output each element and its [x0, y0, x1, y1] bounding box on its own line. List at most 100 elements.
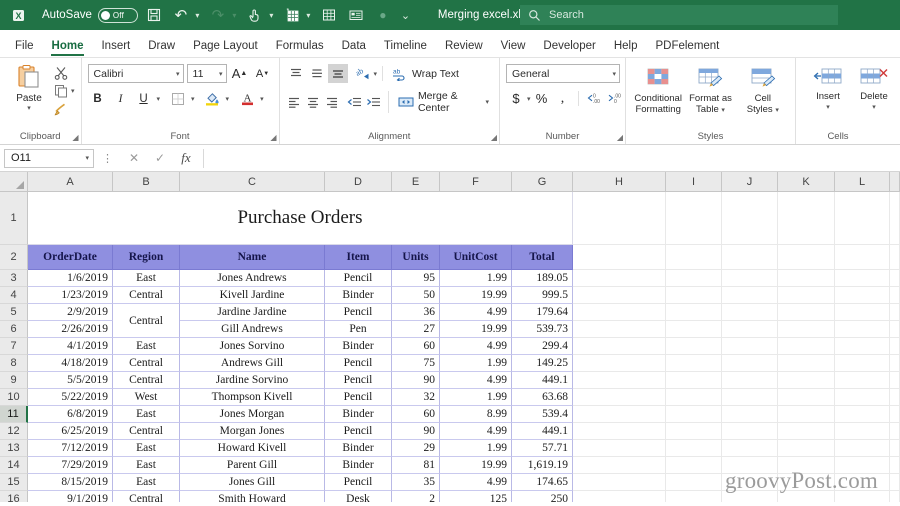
column-header-K[interactable]: K [778, 172, 835, 192]
tab-pdfelement[interactable]: PDFelement [646, 37, 728, 57]
undo-icon[interactable]: ↶ [170, 4, 192, 26]
tab-timeline[interactable]: Timeline [375, 37, 436, 57]
cell-I12[interactable] [666, 423, 722, 440]
tab-home[interactable]: Home [43, 37, 93, 57]
row-header-13[interactable]: 13 [0, 440, 28, 457]
insert-cells-button[interactable]: Insert ▾ [808, 65, 848, 113]
merged-title-cell[interactable]: Purchase Orders [28, 192, 573, 245]
autosave-toggle[interactable]: Off [97, 7, 138, 23]
cell-UnitCost-13[interactable]: 1.99 [440, 440, 512, 457]
tab-developer[interactable]: Developer [534, 37, 604, 57]
cell-I5[interactable] [666, 304, 722, 321]
cell-Total-9[interactable]: 449.1 [512, 372, 573, 389]
cell-Item-14[interactable]: Binder [325, 457, 392, 474]
undo-dropdown-caret[interactable]: ▾ [193, 11, 202, 20]
check-icon[interactable]: ✓ [147, 151, 173, 165]
cell-J9[interactable] [722, 372, 778, 389]
cell-J13[interactable] [722, 440, 778, 457]
cell-K7[interactable] [778, 338, 835, 355]
row-header-8[interactable]: 8 [0, 355, 28, 372]
cell-Name-8[interactable]: Andrews Gill [180, 355, 325, 372]
cell-I6[interactable] [666, 321, 722, 338]
cell-Item-13[interactable]: Binder [325, 440, 392, 457]
cell-L9[interactable] [835, 372, 890, 389]
cell-Name-11[interactable]: Jones Morgan [180, 406, 325, 423]
decrease-decimal-icon[interactable]: .00 0 [605, 89, 625, 108]
cell-K9[interactable] [778, 372, 835, 389]
cell-Total-12[interactable]: 449.1 [512, 423, 573, 440]
align-bottom-icon[interactable] [327, 64, 348, 83]
table-header-orderdate[interactable]: OrderDate [28, 245, 113, 270]
row-header-11[interactable]: 11 [0, 406, 28, 423]
cell-Region-14[interactable]: East [113, 457, 180, 474]
cell-L12[interactable] [835, 423, 890, 440]
cell-K5[interactable] [778, 304, 835, 321]
search-box[interactable]: Search [520, 5, 838, 25]
cell-Units-4[interactable]: 50 [392, 287, 440, 304]
cell-L7[interactable] [835, 338, 890, 355]
cell-I13[interactable] [666, 440, 722, 457]
cell-Item-12[interactable]: Pencil [325, 423, 392, 440]
cell-I9[interactable] [666, 372, 722, 389]
format-as-table-button[interactable]: Format as Table ▾ [684, 65, 736, 116]
cell-Units-10[interactable]: 32 [392, 389, 440, 406]
cell-Total-11[interactable]: 539.4 [512, 406, 573, 423]
cell-Region-15[interactable]: East [113, 474, 180, 491]
font-dialog-launcher[interactable]: ◢ [270, 133, 276, 142]
format-painter-icon[interactable] [52, 101, 69, 117]
save-icon[interactable] [143, 4, 165, 26]
cell-M9[interactable] [890, 372, 900, 389]
cell-Region-8[interactable]: Central [113, 355, 180, 372]
cell-K3[interactable] [778, 270, 835, 287]
cell-UnitCost-14[interactable]: 19.99 [440, 457, 512, 474]
cell-Name-14[interactable]: Parent Gill [180, 457, 325, 474]
cell-Item-7[interactable]: Binder [325, 338, 392, 355]
cell-M1[interactable] [890, 192, 900, 245]
cell-M6[interactable] [890, 321, 900, 338]
align-right-icon[interactable] [323, 93, 341, 112]
row-header-1[interactable]: 1 [0, 192, 28, 245]
new-sheet-caret[interactable]: ▾ [304, 11, 313, 20]
cell-Region-13[interactable]: East [113, 440, 180, 457]
cell-Total-15[interactable]: 174.65 [512, 474, 573, 491]
shrink-font-icon[interactable]: A ▼ [253, 64, 273, 83]
cell-J1[interactable] [722, 192, 778, 245]
cell-UnitCost-11[interactable]: 8.99 [440, 406, 512, 423]
cell-I10[interactable] [666, 389, 722, 406]
wrap-text-button[interactable]: ab Wrap Text [388, 66, 463, 82]
table-header-name[interactable]: Name [180, 245, 325, 270]
cell-J4[interactable] [722, 287, 778, 304]
cell-H10[interactable] [573, 389, 666, 406]
cell-H13[interactable] [573, 440, 666, 457]
align-center-icon[interactable] [304, 93, 322, 112]
cell-Name-7[interactable]: Jones Sorvino [180, 338, 325, 355]
font-color-caret[interactable]: ▾ [260, 95, 264, 103]
cell-OrderDate-5[interactable]: 2/9/2019 [28, 304, 113, 321]
cell-K13[interactable] [778, 440, 835, 457]
cell-Name-16[interactable]: Smith Howard [180, 491, 325, 502]
row-header-3[interactable]: 3 [0, 270, 28, 287]
cell-L16[interactable] [835, 491, 890, 502]
cell-L11[interactable] [835, 406, 890, 423]
cell-UnitCost-5[interactable]: 4.99 [440, 304, 512, 321]
cell-H11[interactable] [573, 406, 666, 423]
cell-I8[interactable] [666, 355, 722, 372]
cell-UnitCost-10[interactable]: 1.99 [440, 389, 512, 406]
tab-insert[interactable]: Insert [92, 37, 139, 57]
cell-Units-7[interactable]: 60 [392, 338, 440, 355]
underline-button[interactable]: U [134, 89, 154, 108]
cell-Name-13[interactable]: Howard Kivell [180, 440, 325, 457]
cell-Total-7[interactable]: 299.4 [512, 338, 573, 355]
cell-I2[interactable] [666, 245, 722, 270]
cell-J14[interactable] [722, 457, 778, 474]
column-header-C[interactable]: C [180, 172, 325, 192]
cell-UnitCost-16[interactable]: 125 [440, 491, 512, 502]
cell-Units-12[interactable]: 90 [392, 423, 440, 440]
increase-indent-icon[interactable] [365, 93, 383, 112]
cell-Region-11[interactable]: East [113, 406, 180, 423]
fx-icon[interactable]: fx [173, 150, 199, 166]
cell-Item-3[interactable]: Pencil [325, 270, 392, 287]
column-header-E[interactable]: E [392, 172, 440, 192]
cell-Region-9[interactable]: Central [113, 372, 180, 389]
cell-L8[interactable] [835, 355, 890, 372]
